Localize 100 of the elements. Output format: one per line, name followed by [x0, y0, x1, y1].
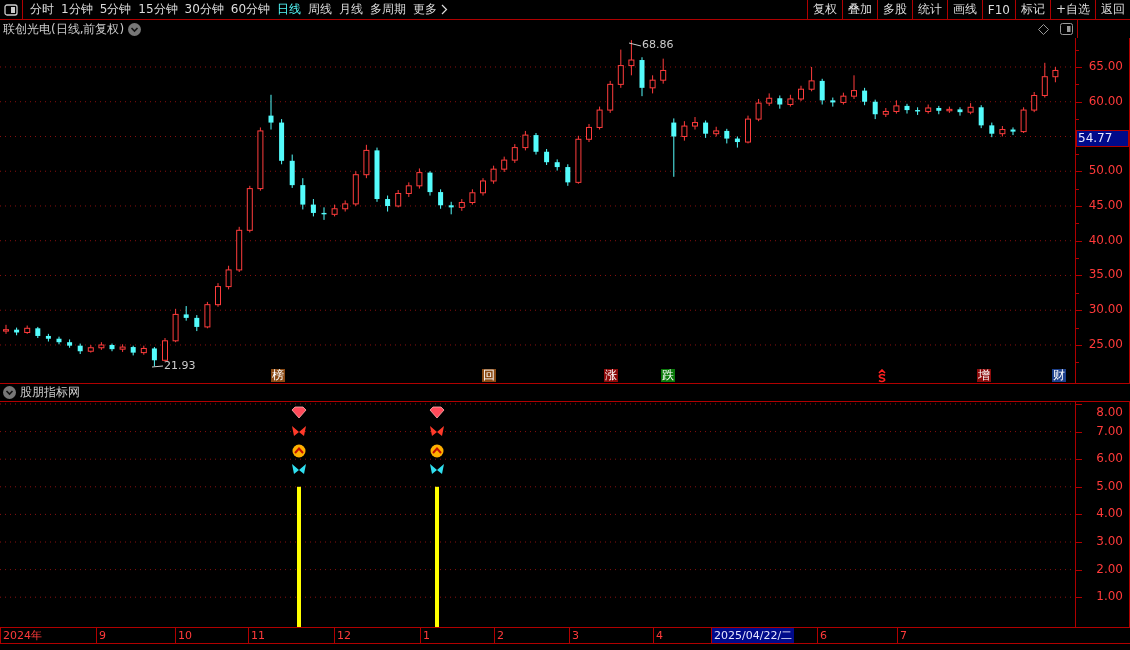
candle	[151, 346, 157, 367]
candle	[3, 324, 9, 335]
period-tab[interactable]: 多周期	[367, 1, 410, 18]
candle	[162, 337, 168, 363]
butterfly-icon	[292, 426, 306, 436]
candle	[469, 188, 476, 206]
low-price-label: 21.93	[164, 359, 196, 372]
candle	[511, 143, 518, 164]
candle	[755, 98, 762, 122]
candle	[671, 117, 677, 178]
candle	[1020, 106, 1027, 134]
candle	[649, 74, 656, 94]
panel-toggle-button[interactable]	[4, 3, 18, 16]
dropdown-icon[interactable]	[3, 386, 16, 399]
candle	[98, 341, 105, 351]
chevron-icon	[441, 4, 449, 15]
panel-icon[interactable]	[1060, 23, 1073, 35]
candle	[289, 154, 295, 189]
candle	[544, 148, 550, 166]
candle	[724, 128, 730, 144]
candle	[204, 301, 211, 329]
date-label: 12	[334, 628, 353, 643]
candle	[77, 343, 83, 355]
period-tab[interactable]: 月线	[336, 1, 367, 18]
axis-label: 2.00	[1096, 561, 1123, 576]
candle	[405, 181, 412, 198]
candle	[946, 106, 953, 114]
chevron-up-icon	[430, 444, 444, 458]
candle	[936, 105, 942, 115]
candle	[554, 158, 560, 172]
candle	[713, 126, 720, 137]
event-marker[interactable]: 涨	[604, 369, 618, 382]
candle	[119, 343, 126, 353]
candle	[279, 118, 285, 165]
axis-label: 65.00	[1088, 58, 1123, 73]
event-marker[interactable]: 财	[1052, 369, 1066, 382]
candle	[978, 104, 984, 129]
candle	[734, 136, 740, 149]
period-tab[interactable]: 1分钟	[58, 1, 96, 18]
candle	[35, 326, 41, 339]
candle	[87, 344, 94, 354]
chevron-up-icon	[292, 444, 306, 458]
axis-label: 1.00	[1096, 589, 1123, 604]
more-button[interactable]: 更多	[410, 1, 452, 18]
candle	[607, 80, 614, 114]
candle	[448, 201, 454, 215]
axis-label: 7.00	[1096, 423, 1123, 438]
candle	[438, 188, 444, 210]
event-marker[interactable]: 增	[977, 369, 991, 382]
diamond-icon[interactable]	[1038, 23, 1049, 35]
candle	[586, 123, 592, 143]
candle	[427, 170, 433, 197]
candle	[660, 58, 667, 85]
dropdown-icon[interactable]	[128, 22, 142, 36]
gem-icon	[429, 406, 445, 419]
period-tab[interactable]: 15分钟	[135, 1, 181, 18]
candle	[14, 327, 20, 336]
candle	[575, 135, 582, 185]
candle	[628, 39, 635, 76]
axis-label: 50.00	[1088, 163, 1123, 178]
candle	[109, 343, 115, 352]
period-tab[interactable]: 60分钟	[227, 1, 274, 18]
date-label: 10	[175, 628, 194, 643]
candle	[777, 95, 783, 110]
candle	[331, 204, 338, 217]
candle	[862, 87, 868, 106]
candle	[480, 177, 486, 197]
event-marker[interactable]: 回	[482, 369, 496, 382]
candle	[745, 115, 751, 144]
candle	[268, 94, 274, 131]
candle	[416, 167, 423, 190]
date-label: 2024年	[0, 628, 44, 643]
candle	[851, 74, 857, 100]
event-marker[interactable]: 榜	[271, 369, 285, 382]
axis-label: 45.00	[1088, 197, 1123, 212]
candle	[967, 102, 974, 115]
candle	[957, 106, 963, 117]
candle	[257, 126, 264, 192]
axis-label: 25.00	[1088, 336, 1123, 351]
candle	[194, 314, 200, 332]
period-tab[interactable]: 5分钟	[96, 1, 135, 18]
candle	[363, 144, 370, 179]
axis-label: 3.00	[1096, 534, 1123, 548]
candle	[925, 104, 932, 115]
axis-label: 8.00	[1096, 405, 1123, 419]
candle	[342, 199, 349, 213]
candle	[310, 198, 316, 217]
date-label: 11	[248, 628, 267, 643]
period-tab[interactable]: 日线	[274, 1, 305, 18]
period-tab[interactable]: 分时	[27, 1, 57, 18]
event-marker[interactable]: 跌	[661, 369, 675, 382]
period-tab[interactable]: 周线	[305, 1, 336, 18]
candle	[840, 92, 847, 105]
axis-label: 60.00	[1088, 93, 1123, 108]
dollar-icon[interactable]	[877, 369, 887, 383]
axis-label: 5.00	[1096, 478, 1123, 493]
date-label: 3	[569, 628, 581, 643]
panel-icon	[4, 3, 18, 16]
candle	[24, 325, 31, 335]
period-tab[interactable]: 30分钟	[181, 1, 227, 18]
